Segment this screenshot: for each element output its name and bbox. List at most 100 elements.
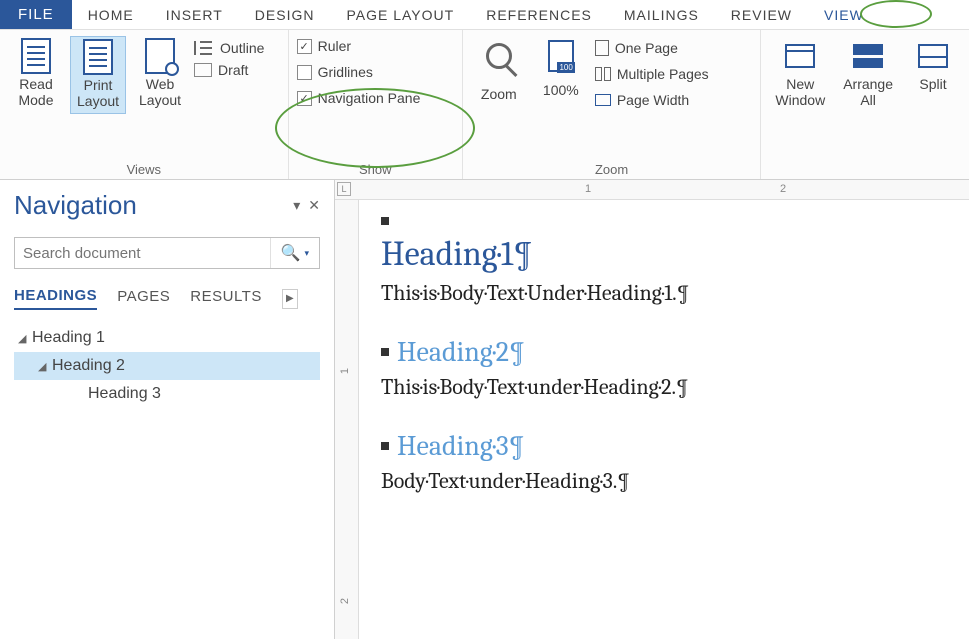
- read-mode-label: Read Mode: [18, 76, 53, 108]
- gridlines-label: Gridlines: [318, 64, 373, 80]
- headings-tree: ◢ Heading 1 ◢ Heading 2 Heading 3: [14, 324, 320, 408]
- nav-pane-options-icon[interactable]: ▾: [293, 197, 300, 214]
- outline-label: Outline: [220, 40, 264, 56]
- one-page-icon: [595, 40, 609, 56]
- page-width-icon: [595, 94, 611, 106]
- tab-references[interactable]: REFERENCES: [470, 0, 608, 29]
- checkbox-icon: [297, 39, 312, 54]
- tree-item-label: Heading 1: [32, 329, 105, 347]
- caret-icon: ◢: [18, 332, 32, 345]
- nav-pane-label: Navigation Pane: [318, 90, 421, 106]
- page-100-icon: 100: [545, 40, 577, 72]
- document-canvas: L 1 2 1 2 Heading·1¶ This·is·Body·Text·U…: [335, 180, 969, 639]
- ruler-mark: 1: [585, 183, 591, 195]
- arrange-all-icon: [852, 40, 884, 72]
- main-area: Navigation ▾ ✕ 🔍▾ HEADINGS PAGES RESULTS…: [0, 180, 969, 639]
- page-width-button[interactable]: Page Width: [595, 92, 709, 108]
- tree-item-label: Heading 3: [88, 385, 161, 403]
- nav-tab-headings[interactable]: HEADINGS: [14, 287, 97, 310]
- nav-tab-pages[interactable]: PAGES: [117, 288, 170, 309]
- search-icon: 🔍: [281, 243, 301, 263]
- heading-1[interactable]: Heading·1¶: [381, 234, 953, 274]
- tab-stop-marker[interactable]: L: [337, 182, 351, 196]
- body-text[interactable]: This·is·Body·Text·Under·Heading·1.¶: [381, 280, 953, 306]
- checkbox-icon: [297, 91, 312, 106]
- navigation-pane: Navigation ▾ ✕ 🔍▾ HEADINGS PAGES RESULTS…: [0, 180, 335, 639]
- web-layout-button[interactable]: Web Layout: [132, 36, 188, 112]
- tab-mailings[interactable]: MAILINGS: [608, 0, 715, 29]
- body-text[interactable]: Body·Text·under·Heading·3.¶: [381, 468, 953, 494]
- arrange-all-label: Arrange All: [843, 76, 893, 108]
- multiple-pages-button[interactable]: Multiple Pages: [595, 66, 709, 82]
- zoom-100-label: 100%: [543, 82, 579, 98]
- print-layout-button[interactable]: Print Layout: [70, 36, 126, 114]
- one-page-button[interactable]: One Page: [595, 40, 709, 56]
- bullet-icon: [381, 442, 389, 450]
- read-mode-button[interactable]: Read Mode: [8, 36, 64, 112]
- ruler-mark: 2: [780, 183, 786, 195]
- tab-home[interactable]: HOME: [72, 0, 150, 29]
- zoom-group-label: Zoom: [471, 160, 753, 177]
- nav-tab-more[interactable]: ▶: [282, 289, 298, 309]
- vertical-ruler[interactable]: 1 2: [335, 200, 359, 639]
- read-mode-icon: [20, 40, 52, 72]
- window-group-label: [769, 175, 961, 177]
- ribbon: Read Mode Print Layout Web Layout Outlin…: [0, 30, 969, 180]
- close-icon[interactable]: ✕: [308, 197, 320, 214]
- search-input[interactable]: [15, 245, 270, 262]
- search-button[interactable]: 🔍▾: [270, 238, 319, 268]
- tab-design[interactable]: DESIGN: [239, 0, 331, 29]
- draft-icon: [194, 63, 212, 77]
- tree-item-h2[interactable]: ◢ Heading 2: [14, 352, 320, 380]
- split-icon: [917, 40, 949, 72]
- gridlines-checkbox[interactable]: Gridlines: [297, 64, 421, 80]
- tab-insert[interactable]: INSERT: [150, 0, 239, 29]
- body-text[interactable]: This·is·Body·Text·under·Heading·2.¶: [381, 374, 953, 400]
- nav-tab-results[interactable]: RESULTS: [190, 288, 262, 309]
- views-group-label: Views: [8, 160, 280, 177]
- print-layout-label: Print Layout: [77, 77, 119, 109]
- document-page[interactable]: Heading·1¶ This·is·Body·Text·Under·Headi…: [365, 204, 969, 639]
- tab-file[interactable]: FILE: [0, 0, 72, 29]
- new-window-icon: [784, 40, 816, 72]
- print-layout-icon: [82, 41, 114, 73]
- checkbox-icon: [297, 65, 312, 80]
- page-width-label: Page Width: [617, 92, 689, 108]
- tab-review[interactable]: REVIEW: [715, 0, 808, 29]
- multiple-pages-label: Multiple Pages: [617, 66, 709, 82]
- heading-3[interactable]: Heading·3¶: [397, 430, 525, 462]
- new-window-label: New Window: [775, 76, 825, 108]
- zoom-button[interactable]: Zoom: [471, 36, 527, 106]
- tab-view[interactable]: VIEW: [808, 0, 880, 29]
- ruler-checkbox[interactable]: Ruler: [297, 38, 421, 54]
- caret-icon: ◢: [38, 360, 52, 373]
- ruler-mark: 2: [339, 598, 351, 604]
- zoom-100-button[interactable]: 100 100%: [533, 36, 589, 102]
- zoom-icon: [483, 40, 515, 72]
- outline-button[interactable]: Outline: [194, 40, 264, 56]
- navigation-pane-checkbox[interactable]: Navigation Pane: [297, 90, 421, 106]
- nav-pane-title: Navigation: [14, 190, 137, 221]
- ribbon-tabs: FILE HOME INSERT DESIGN PAGE LAYOUT REFE…: [0, 0, 969, 30]
- one-page-label: One Page: [615, 40, 678, 56]
- arrange-all-button[interactable]: Arrange All: [837, 36, 899, 112]
- ruler-label: Ruler: [318, 38, 351, 54]
- outline-icon: [194, 41, 214, 55]
- tree-item-label: Heading 2: [52, 357, 125, 375]
- new-window-button[interactable]: New Window: [769, 36, 831, 112]
- split-label: Split: [919, 76, 946, 92]
- horizontal-ruler[interactable]: L 1 2: [335, 180, 969, 200]
- search-box[interactable]: 🔍▾: [14, 237, 320, 269]
- heading-2[interactable]: Heading·2¶: [397, 336, 525, 368]
- draft-button[interactable]: Draft: [194, 62, 264, 78]
- zoom-label: Zoom: [481, 86, 517, 102]
- ruler-mark: 1: [339, 368, 351, 374]
- chevron-down-icon: ▾: [304, 248, 309, 259]
- split-button[interactable]: Split: [905, 36, 961, 96]
- tree-item-h1[interactable]: ◢ Heading 1: [14, 324, 320, 352]
- tree-item-h3[interactable]: Heading 3: [14, 380, 320, 408]
- tab-page-layout[interactable]: PAGE LAYOUT: [330, 0, 470, 29]
- bullet-icon: [381, 217, 389, 225]
- draft-label: Draft: [218, 62, 248, 78]
- web-layout-label: Web Layout: [139, 76, 181, 108]
